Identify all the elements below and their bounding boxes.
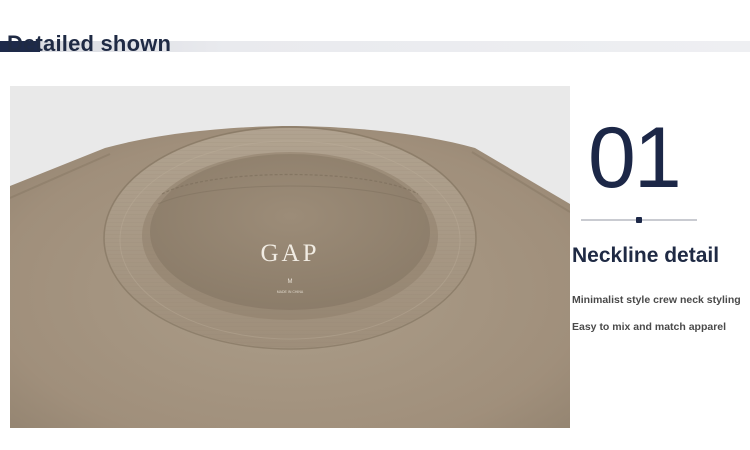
- tshirt-neckline-image: GAP M MADE IN CHINA: [10, 86, 570, 428]
- brand-label-text: GAP: [260, 240, 319, 267]
- detail-divider-marker: [636, 217, 642, 223]
- size-label-text: M: [288, 279, 293, 285]
- product-photo: GAP M MADE IN CHINA: [10, 86, 570, 428]
- detail-description-line: Easy to mix and match apparel: [572, 321, 727, 333]
- detail-heading: Neckline detail: [572, 244, 720, 267]
- product-detail-page: Detailed shown GAP M MADE IN CHINA 01 Ne…: [0, 0, 750, 450]
- section-title: Detailed shown: [7, 31, 172, 56]
- origin-label-text: MADE IN CHINA: [277, 290, 304, 294]
- detail-number: 01: [588, 110, 682, 206]
- detail-description-line: Minimalist style crew neck styling: [572, 294, 741, 306]
